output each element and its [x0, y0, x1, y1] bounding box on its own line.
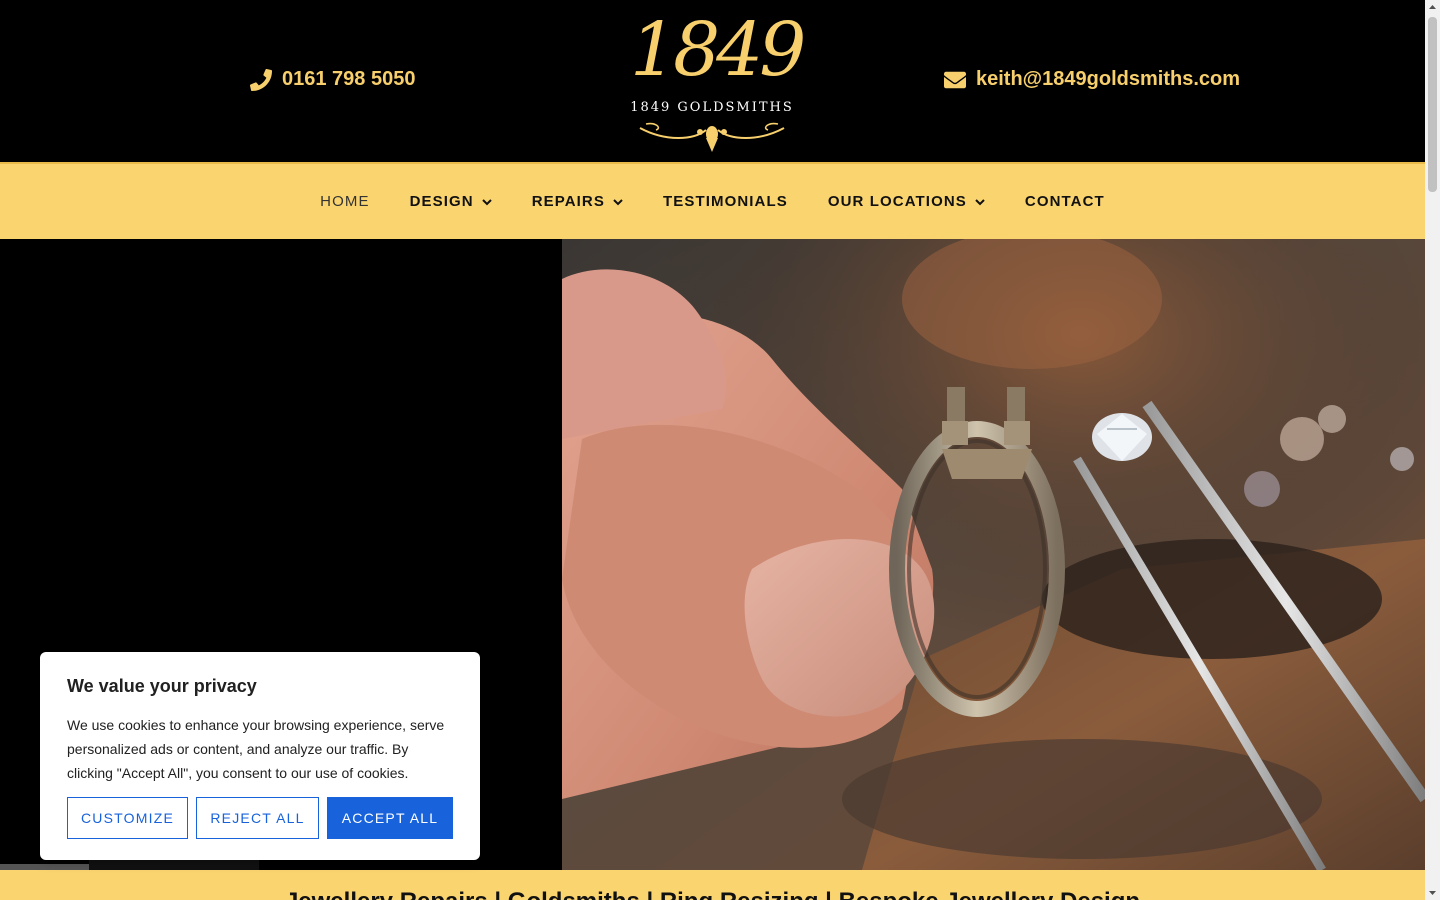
logo-name: 1849 GOLDSMITHS — [630, 100, 794, 115]
phone-link[interactable]: 0161 798 5050 — [250, 68, 415, 91]
email-link[interactable]: keith@1849goldsmiths.com — [944, 68, 1240, 91]
brand-logo[interactable]: 1849 1849 GOLDSMITHS — [630, 7, 806, 156]
accept-all-button[interactable]: ACCEPT ALL — [327, 797, 453, 839]
customize-button[interactable]: CUSTOMIZE — [67, 797, 188, 839]
hero-ring-image — [562, 239, 1425, 870]
logo-flourish-icon — [639, 122, 785, 152]
nav-label: CONTACT — [1024, 193, 1105, 210]
top-header: 0161 798 5050 1849 1849 GOLDSMITHS keith… — [0, 0, 1425, 162]
nav-item-our-locations[interactable]: OUR LOCATIONS — [828, 193, 985, 210]
logo-number: 1849 — [630, 7, 806, 93]
footer-bar-dark — [89, 860, 259, 870]
nav-item-home[interactable]: HOME — [320, 193, 369, 210]
nav-item-repairs[interactable]: REPAIRS — [532, 193, 623, 210]
page: 0161 798 5050 1849 1849 GOLDSMITHS keith… — [0, 0, 1425, 900]
chevron-down-icon — [975, 198, 985, 205]
phone-number: 0161 798 5050 — [282, 68, 416, 90]
main-nav: HOME DESIGN REPAIRS TESTIMONIALS OUR LOC… — [0, 162, 1425, 239]
tagline-strip: Jewellery Repairs | Goldsmiths | Ring Re… — [0, 870, 1425, 900]
cookie-actions: CUSTOMIZE REJECT ALL ACCEPT ALL — [67, 797, 453, 839]
chevron-down-icon — [613, 198, 623, 205]
cookie-title: We value your privacy — [67, 676, 257, 696]
vertical-scrollbar[interactable] — [1425, 0, 1440, 900]
nav-label: DESIGN — [409, 193, 474, 210]
scroll-up-arrow-icon[interactable] — [1425, 0, 1440, 15]
nav-item-testimonials[interactable]: TESTIMONIALS — [663, 193, 788, 210]
nav-label: HOME — [320, 193, 370, 210]
scroll-down-arrow-icon[interactable] — [1425, 885, 1440, 900]
envelope-icon — [944, 71, 966, 88]
email-address: keith@1849goldsmiths.com — [976, 68, 1241, 90]
nav-list: HOME DESIGN REPAIRS TESTIMONIALS OUR LOC… — [0, 164, 1425, 239]
nav-item-contact[interactable]: CONTACT — [1025, 193, 1105, 210]
nav-label: OUR LOCATIONS — [827, 193, 967, 210]
phone-icon — [250, 68, 272, 91]
reject-all-button[interactable]: REJECT ALL — [196, 797, 319, 839]
cookie-description: We use cookies to enhance your browsing … — [67, 717, 445, 781]
nav-item-design[interactable]: DESIGN — [410, 193, 492, 210]
nav-label: TESTIMONIALS — [662, 193, 788, 210]
tagline-text: Jewellery Repairs | Goldsmiths | Ring Re… — [0, 888, 1425, 900]
cookie-consent-banner: We value your privacy We use cookies to … — [40, 652, 480, 860]
scrollbar-thumb[interactable] — [1428, 17, 1437, 192]
nav-label: REPAIRS — [531, 193, 605, 210]
chevron-down-icon — [481, 198, 492, 205]
